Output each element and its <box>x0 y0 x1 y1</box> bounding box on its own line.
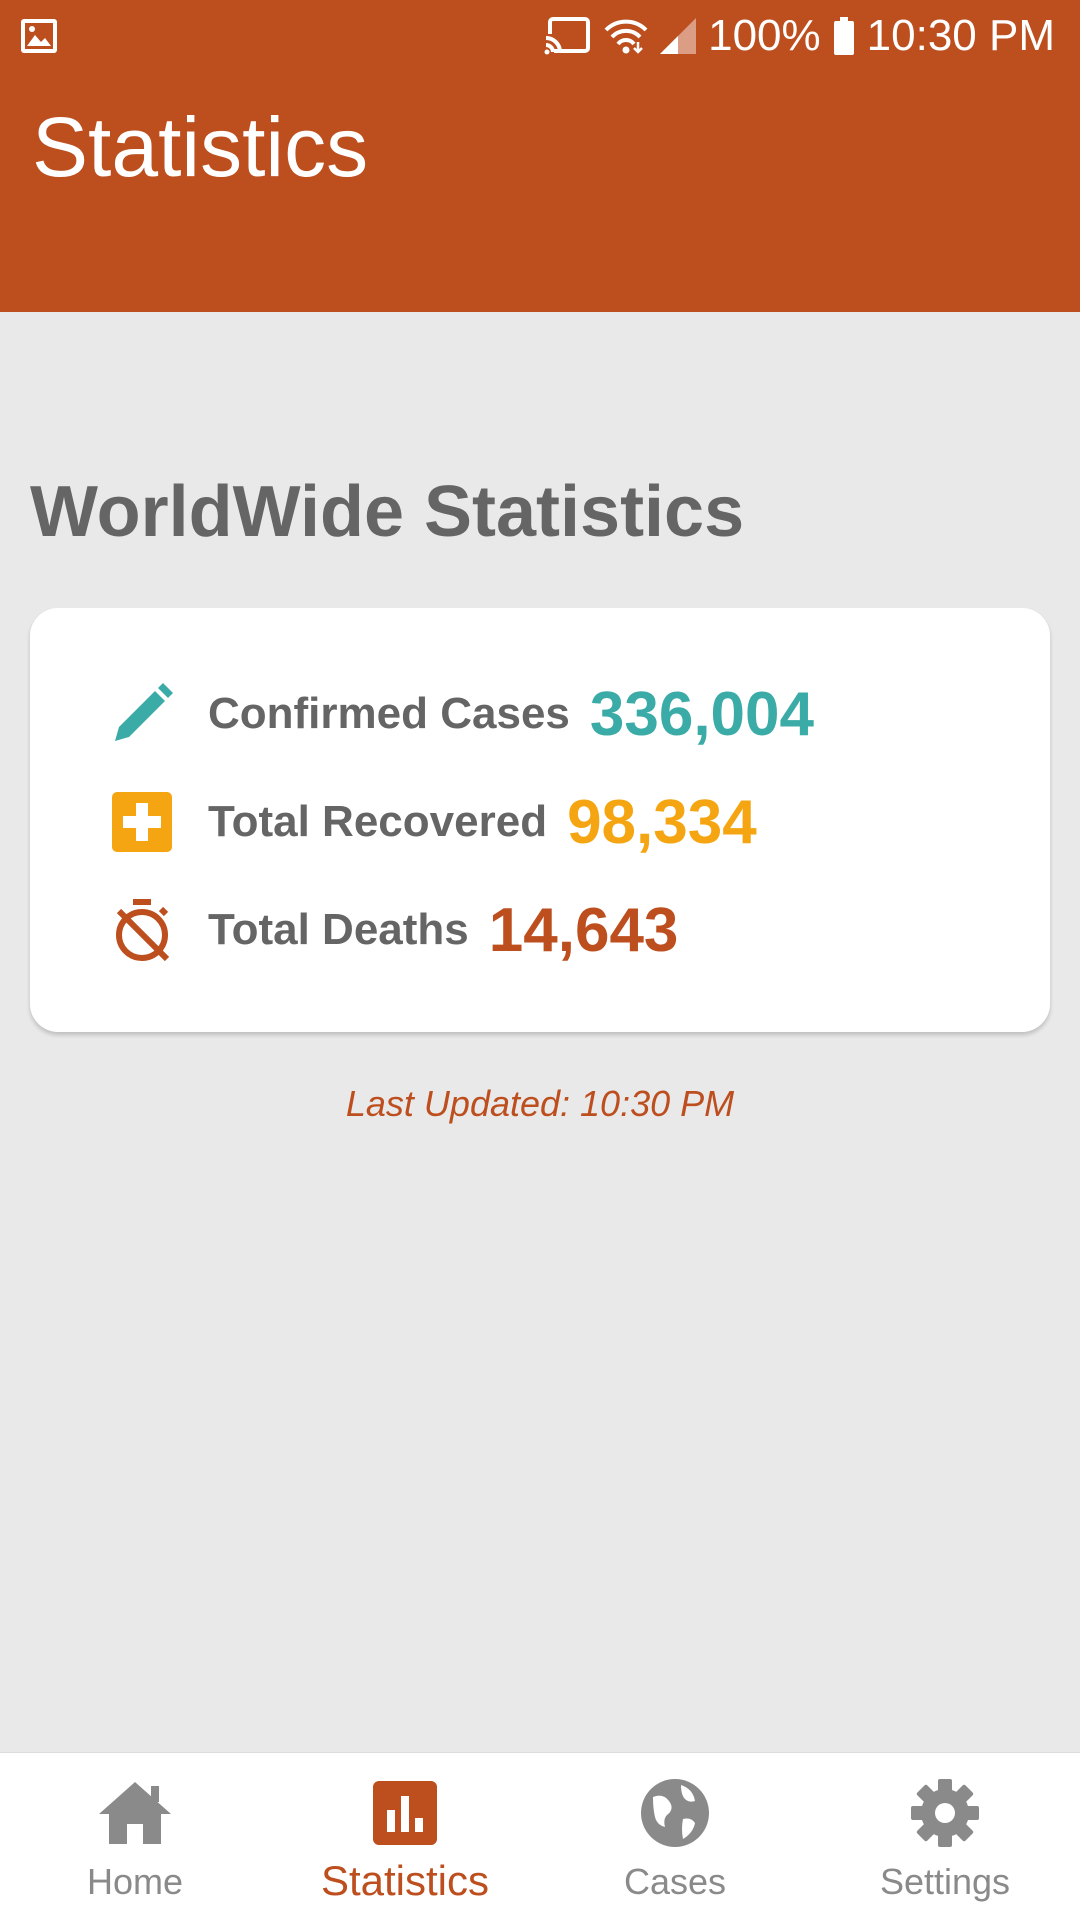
wifi-icon <box>604 16 648 56</box>
home-icon <box>97 1775 173 1851</box>
status-indicators: 100% 10:30 PM <box>544 10 1055 62</box>
nav-label: Home <box>86 1861 184 1902</box>
stat-label: Total Deaths <box>208 905 469 954</box>
stat-row-confirmed: Confirmed Cases 336,004 <box>102 674 814 754</box>
nav-label: Statistics <box>320 1857 490 1904</box>
stat-row-deaths: Total Deaths 14,643 <box>102 890 678 970</box>
nav-label: Settings <box>879 1861 1011 1902</box>
page-title: Statistics <box>32 100 369 194</box>
pencil-icon <box>102 674 182 754</box>
signal-icon <box>660 16 697 56</box>
status-bar: 100% 10:30 PM <box>0 0 1080 72</box>
battery-icon <box>833 16 855 56</box>
stat-value-confirmed: 336,004 <box>589 679 815 749</box>
nav-item-statistics[interactable]: Statistics <box>270 1753 540 1921</box>
stat-label: Total Recovered <box>208 797 548 846</box>
clock: 10:30 PM <box>866 11 1055 60</box>
stat-value-deaths: 14,643 <box>488 895 679 965</box>
bottom-nav: Home Statistics Cases Settings <box>0 1752 1080 1921</box>
cast-icon <box>544 16 592 56</box>
globe-icon <box>637 1775 713 1851</box>
stat-row-recovered: Total Recovered 98,334 <box>102 782 757 862</box>
gear-icon <box>907 1775 983 1851</box>
timer-off-icon <box>102 890 182 970</box>
nav-item-home[interactable]: Home <box>0 1753 270 1921</box>
bar-chart-icon <box>367 1775 443 1851</box>
stat-label: Confirmed Cases <box>208 689 570 738</box>
image-notification-icon <box>20 18 58 54</box>
section-title: WorldWide Statistics <box>30 472 745 552</box>
nav-label: Cases <box>623 1861 727 1902</box>
stat-value-recovered: 98,334 <box>567 787 757 857</box>
battery-percent: 100% <box>708 11 821 60</box>
nav-item-settings[interactable]: Settings <box>810 1753 1080 1921</box>
stats-card: Confirmed Cases 336,004 Total Recovered … <box>30 608 1050 1032</box>
nav-item-cases[interactable]: Cases <box>540 1753 810 1921</box>
plus-box-icon <box>102 782 182 862</box>
last-updated: Last Updated: 10:30 PM <box>345 1083 735 1124</box>
